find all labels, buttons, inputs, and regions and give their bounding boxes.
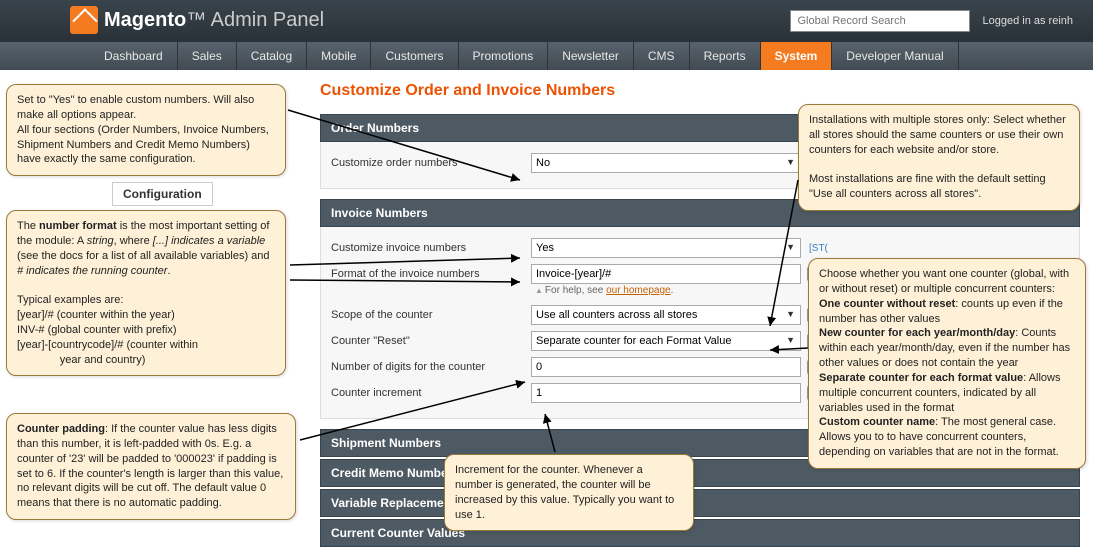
nav-item-newsletter[interactable]: Newsletter: [548, 42, 634, 70]
label-increment: Counter increment: [331, 387, 531, 399]
input-format[interactable]: [531, 264, 801, 284]
page-title: Customize Order and Invoice Numbers: [320, 82, 1093, 100]
input-increment[interactable]: [531, 383, 801, 403]
nav-item-mobile[interactable]: Mobile: [307, 42, 371, 70]
annot-format: The number format is the most important …: [6, 210, 286, 376]
global-search-input[interactable]: [790, 10, 970, 32]
select-customize-order[interactable]: No: [531, 153, 801, 173]
nav-item-system[interactable]: System: [761, 42, 833, 70]
annot-padding: Counter padding: If the counter value ha…: [6, 413, 296, 520]
nav-item-cms[interactable]: CMS: [634, 42, 690, 70]
select-reset[interactable]: Separate counter for each Format Value: [531, 331, 801, 351]
label-customize-invoice: Customize invoice numbers: [331, 242, 531, 254]
section-variable-replacements-header[interactable]: Variable Replacements: [320, 489, 1080, 517]
annot-enable: Set to "Yes" to enable custom numbers. W…: [6, 84, 286, 176]
logged-in-text: Logged in as reinh: [982, 15, 1073, 27]
label-format: Format of the invoice numbers: [331, 268, 531, 280]
top-bar: Magento™ Admin Panel Logged in as reinh: [0, 0, 1093, 42]
nav-item-catalog[interactable]: Catalog: [237, 42, 307, 70]
select-scope[interactable]: Use all counters across all stores: [531, 305, 801, 325]
annot-counter-reset: Choose whether you want one counter (glo…: [808, 258, 1086, 469]
logo-sub: Admin Panel: [211, 9, 324, 31]
logo-main: Magento: [104, 9, 186, 31]
label-customize-order: Customize order numbers: [331, 157, 531, 169]
annot-increment: Increment for the counter. Whenever a nu…: [444, 454, 694, 531]
annot-multistore: Installations with multiple stores only:…: [798, 104, 1080, 211]
nav-item-dashboard[interactable]: Dashboard: [90, 42, 178, 70]
nav-item-customers[interactable]: Customers: [371, 42, 458, 70]
select-customize-invoice[interactable]: Yes: [531, 238, 801, 258]
logo: Magento™ Admin Panel: [70, 6, 324, 34]
label-reset: Counter "Reset": [331, 335, 531, 347]
sidebar-config-label[interactable]: Configuration: [112, 182, 213, 206]
magento-logo-icon: [70, 6, 98, 34]
scope-tag[interactable]: [ST(: [809, 243, 828, 254]
nav-item-reports[interactable]: Reports: [690, 42, 761, 70]
nav-item-sales[interactable]: Sales: [178, 42, 237, 70]
main-nav: DashboardSalesCatalogMobileCustomersProm…: [0, 42, 1093, 70]
input-digits[interactable]: [531, 357, 801, 377]
nav-item-promotions[interactable]: Promotions: [459, 42, 549, 70]
section-current-counter-values-header[interactable]: Current Counter Values: [320, 519, 1080, 547]
logo-text: Magento™ Admin Panel: [104, 9, 324, 32]
label-digits: Number of digits for the counter: [331, 361, 531, 373]
nav-item-developer-manual[interactable]: Developer Manual: [832, 42, 958, 70]
label-scope: Scope of the counter: [331, 309, 531, 321]
